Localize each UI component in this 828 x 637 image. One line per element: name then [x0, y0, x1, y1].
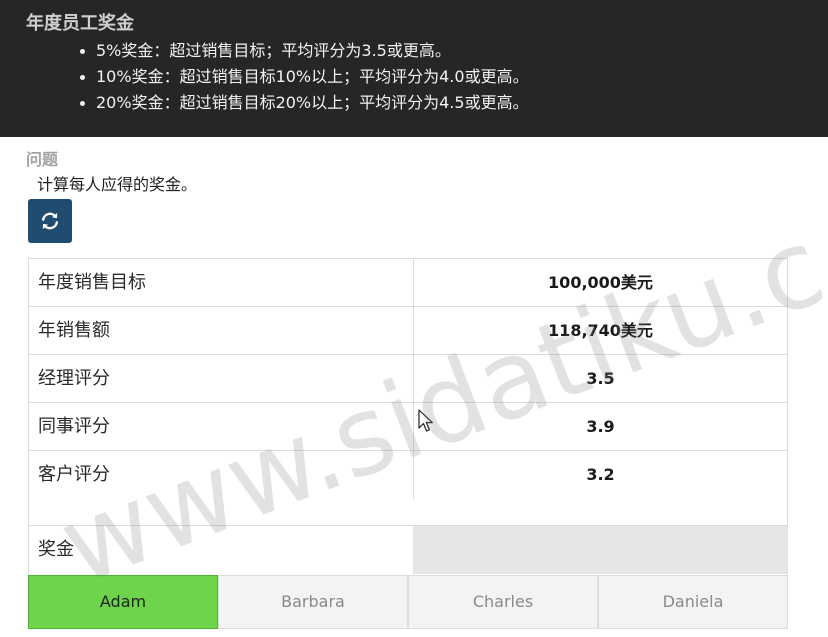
bonus-rule-item: 20%奖金：超过销售目标20%以上；平均评分为4.5或更高。 — [78, 90, 529, 116]
tab-daniela[interactable]: Daniela — [598, 575, 788, 629]
row-value: 3.5 — [413, 355, 787, 403]
row-value: 3.9 — [413, 403, 787, 451]
person-tabs: Adam Barbara Charles Daniela — [28, 575, 788, 629]
table-row: 年度销售目标 100,000美元 — [29, 259, 787, 307]
question-heading: 问题 — [26, 150, 59, 169]
sales-data-table: 年度销售目标 100,000美元 年销售额 118,740美元 经理评分 3.5… — [28, 258, 788, 499]
tab-adam[interactable]: Adam — [28, 575, 218, 629]
row-label: 经理评分 — [38, 368, 110, 389]
bonus-row: 奖金 — [28, 526, 788, 575]
table-row: 经理评分 3.5 — [29, 355, 787, 403]
bonus-rule-item: 5%奖金：超过销售目标；平均评分为3.5或更高。 — [78, 38, 529, 64]
table-row: 客户评分 3.2 — [29, 451, 787, 499]
row-label: 同事评分 — [38, 416, 110, 437]
mouse-cursor-icon — [418, 409, 433, 432]
info-banner: 年度员工奖金 5%奖金：超过销售目标；平均评分为3.5或更高。 10%奖金：超过… — [0, 0, 828, 137]
refresh-button[interactable] — [28, 199, 72, 243]
table-row: 年销售额 118,740美元 — [29, 307, 787, 355]
bonus-rules-list: 5%奖金：超过销售目标；平均评分为3.5或更高。 10%奖金：超过销售目标10%… — [78, 38, 529, 116]
row-value: 100,000美元 — [413, 259, 787, 307]
refresh-icon — [41, 212, 59, 230]
bonus-input[interactable] — [413, 526, 788, 574]
bonus-rule-item: 10%奖金：超过销售目标10%以上；平均评分为4.0或更高。 — [78, 64, 529, 90]
row-label: 年销售额 — [38, 320, 110, 341]
table-spacer — [28, 499, 788, 526]
row-label: 年度销售目标 — [38, 272, 146, 293]
row-label: 客户评分 — [38, 464, 110, 485]
row-value: 118,740美元 — [413, 307, 787, 355]
row-value: 3.2 — [413, 451, 787, 499]
table-row: 同事评分 3.9 — [29, 403, 787, 451]
banner-title: 年度员工奖金 — [26, 13, 134, 34]
bonus-label: 奖金 — [38, 539, 74, 560]
tab-barbara[interactable]: Barbara — [218, 575, 408, 629]
tab-charles[interactable]: Charles — [408, 575, 598, 629]
question-text: 计算每人应得的奖金。 — [37, 175, 198, 194]
